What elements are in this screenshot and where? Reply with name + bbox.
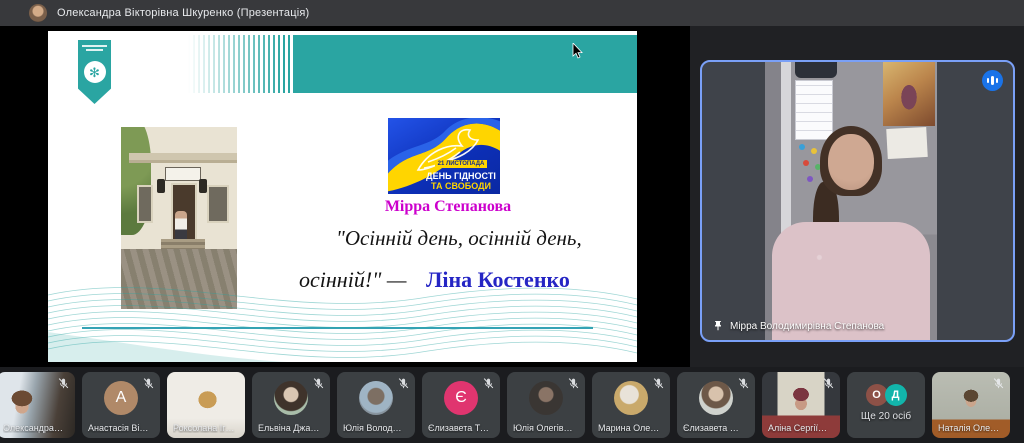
participant-name: Юлія Володим... (343, 423, 405, 433)
student-name: Мірра Степанова (298, 198, 598, 216)
participant-tile[interactable]: Олександра Ві... (0, 372, 75, 438)
badge-date: 21 ЛИСТОПАДА (435, 160, 488, 168)
participant-tile[interactable]: Юлія Олегівна ... (507, 372, 585, 438)
pin-icon (712, 320, 724, 332)
audio-active-icon (982, 70, 1003, 91)
participant-name: Наталія Олегів... (938, 423, 1000, 433)
participant-name: Юлія Олегівна ... (513, 423, 575, 433)
calendar-on-wall (795, 80, 833, 140)
participant-tile[interactable]: А Анастасія Віта... (82, 372, 160, 438)
presenter-avatar (29, 4, 47, 22)
participant-tile[interactable]: Аліна Сергіївн... (762, 372, 840, 438)
holiday-badge: 21 ЛИСТОПАДА ДЕНЬ ГІДНОСТІ ТА СВОБОДИ (388, 118, 500, 194)
participant-name: Анастасія Віта... (88, 423, 150, 433)
participant-tile[interactable]: Ельвіна Джава... (252, 372, 330, 438)
badge-title-2: ТА СВОБОДИ (426, 181, 496, 191)
avatar (529, 381, 563, 415)
mic-off-icon (482, 377, 495, 390)
participant-name: Ельвіна Джава... (258, 423, 320, 433)
mic-off-icon (992, 377, 1005, 390)
avatar: Є (444, 381, 478, 415)
speaker-video (765, 62, 937, 340)
banner-stripe-decoration (188, 35, 294, 93)
overflow-avatars: ОД (847, 384, 925, 406)
banner-teal-band (293, 35, 637, 93)
speaker-face (828, 134, 874, 190)
mouse-cursor (572, 43, 583, 59)
participant-tile[interactable]: Наталія Олегів... (932, 372, 1010, 438)
participant-tile[interactable]: Є Єлизавета Тим... (422, 372, 500, 438)
participant-tile[interactable]: Роксолана Ігор... (167, 372, 245, 438)
top-bar: Олександра Вікторівна Шкуренко (Презента… (0, 0, 1024, 26)
participant-name: Єлизавета Ме... (683, 423, 745, 433)
avatar (274, 381, 308, 415)
mic-off-icon (312, 377, 325, 390)
mic-off-icon (737, 377, 750, 390)
participant-name: Олександра Ві... (3, 423, 65, 433)
pinned-participant-name: Мірра Володимирівна Степанова (730, 321, 884, 332)
mic-off-icon (397, 377, 410, 390)
mic-off-icon (142, 377, 155, 390)
pinned-video-tile[interactable]: Мірра Володимирівна Степанова (700, 60, 1015, 342)
avatar: Д (885, 384, 907, 406)
logo-flower-icon: ✻ (84, 61, 106, 83)
participant-tile[interactable]: ОД Ще 20 осіб (847, 372, 925, 438)
participant-strip: Олександра Ві... А Анастасія Віта... Роксол… (0, 367, 1024, 443)
mic-off-icon (567, 377, 580, 390)
mic-off-icon (57, 377, 70, 390)
presenter-name: Олександра Вікторівна Шкуренко (Презента… (57, 7, 309, 19)
presentation-slide: ✻ (48, 31, 637, 362)
participant-name: Марина Олекс... (598, 423, 660, 433)
wave-decoration (48, 277, 637, 362)
school-logo: ✻ (78, 40, 111, 104)
badge-title-1: ДЕНЬ ГІДНОСТІ (426, 171, 496, 181)
participant-tile[interactable]: Єлизавета Ме... (677, 372, 755, 438)
mic-off-icon (652, 377, 665, 390)
avatar (614, 381, 648, 415)
participant-tile[interactable]: Юлія Володим... (337, 372, 415, 438)
mic-off-icon (822, 377, 835, 390)
participant-name: Єлизавета Тим... (428, 423, 490, 433)
participant-tile[interactable]: Марина Олекс... (592, 372, 670, 438)
meeting-window: Олександра Вікторівна Шкуренко (Презента… (0, 0, 1024, 443)
participant-name: Ще 20 осіб (847, 411, 925, 422)
avatar (359, 381, 393, 415)
avatar (699, 381, 733, 415)
participant-name: Роксолана Ігор... (173, 423, 235, 433)
participant-name: Аліна Сергіївн... (768, 423, 830, 433)
avatar: А (104, 381, 138, 415)
picture-on-wall (883, 62, 935, 126)
quote-line-1: "Осінній день, осінній день, (336, 226, 582, 251)
screen-share-area: ✻ (0, 26, 690, 367)
